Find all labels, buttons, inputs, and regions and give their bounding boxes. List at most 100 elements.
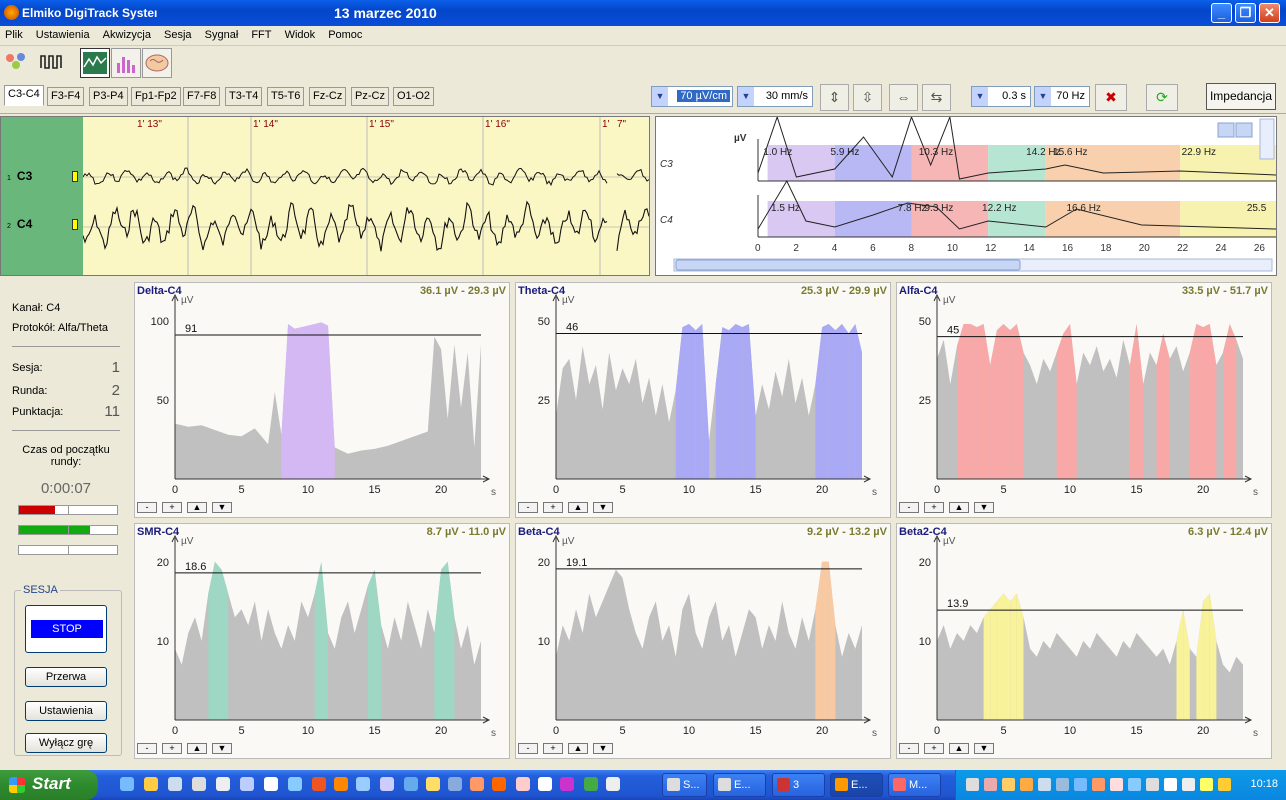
scale-down-button[interactable]: ▼: [212, 502, 232, 513]
menu-fft[interactable]: FFT: [246, 26, 276, 44]
scale-up-button[interactable]: ▲: [568, 502, 588, 513]
menu-pomoc[interactable]: Pomoc: [323, 26, 367, 44]
menu-plik[interactable]: Plik: [0, 26, 28, 44]
start-button[interactable]: Start: [0, 770, 98, 800]
app-icon[interactable]: [334, 777, 348, 791]
app-icon[interactable]: [560, 777, 574, 791]
scale-up-button[interactable]: ▲: [949, 743, 969, 754]
taskbar-button-e[interactable]: E...: [713, 773, 766, 797]
settings-button[interactable]: Ustawienia: [25, 701, 107, 721]
tray-icon[interactable]: [1110, 778, 1123, 791]
electrode-off-icon[interactable]: ✖: [1095, 84, 1127, 111]
spectrum-view-icon[interactable]: [111, 48, 141, 78]
zoom-out-button[interactable]: -: [137, 502, 157, 513]
taskbar-button-m[interactable]: M...: [888, 773, 941, 797]
tab-t5-t6[interactable]: T5-T6: [267, 87, 305, 106]
tray-icon[interactable]: [1002, 778, 1015, 791]
doc-icon[interactable]: [240, 777, 254, 791]
refresh-icon[interactable]: ⟳: [1146, 84, 1178, 111]
stop-game-button[interactable]: Wyłącz grę: [25, 733, 107, 753]
tab-c3-c4[interactable]: C3-C4: [4, 85, 44, 106]
app-icon[interactable]: [538, 777, 552, 791]
zoom-out-button[interactable]: -: [518, 743, 538, 754]
tab-f3-f4[interactable]: F3-F4: [47, 87, 85, 106]
menu-sygnal[interactable]: Sygnał: [200, 26, 244, 44]
tray-icon[interactable]: [1074, 778, 1087, 791]
tray-icon[interactable]: [1146, 778, 1159, 791]
page-icon[interactable]: [264, 777, 278, 791]
amplitude-down-icon[interactable]: ⇳: [853, 84, 882, 111]
menu-akwizycja[interactable]: Akwizycja: [98, 26, 156, 44]
tray-icon[interactable]: [1038, 778, 1051, 791]
tab-fz-cz[interactable]: Fz-Cz: [309, 87, 347, 106]
stop-button[interactable]: STOP: [25, 605, 107, 653]
close-button[interactable]: ✕: [1259, 3, 1280, 23]
filter-select[interactable]: ▼ 70 Hz: [1034, 86, 1090, 107]
zoom-in-button[interactable]: +: [162, 743, 182, 754]
tray-icon[interactable]: [1128, 778, 1141, 791]
sensitivity-select[interactable]: ▼ 70 µV/cm: [651, 86, 733, 107]
scale-down-button[interactable]: ▼: [593, 743, 613, 754]
app-icon[interactable]: [426, 777, 440, 791]
signal-icon[interactable]: [38, 48, 68, 78]
tray-icon[interactable]: [984, 778, 997, 791]
messenger-icon[interactable]: [144, 777, 158, 791]
app-icon[interactable]: [470, 777, 484, 791]
zoom-out-button[interactable]: -: [137, 743, 157, 754]
pause-button[interactable]: Przerwa: [25, 667, 107, 687]
amplitude-up-icon[interactable]: ⇕: [820, 84, 849, 111]
tray-icon[interactable]: [1182, 778, 1195, 791]
app-icon[interactable]: [356, 777, 370, 791]
app-icon[interactable]: [584, 777, 598, 791]
app-icon[interactable]: [404, 777, 418, 791]
zoom-out-button[interactable]: -: [518, 502, 538, 513]
tab-o1-o2[interactable]: O1-O2: [393, 87, 435, 106]
taskbar-button-digitrack[interactable]: E...: [830, 773, 883, 797]
time-expand-icon[interactable]: ⇔: [889, 84, 918, 111]
zoom-in-button[interactable]: +: [162, 502, 182, 513]
app-icon[interactable]: [516, 777, 530, 791]
zoom-in-button[interactable]: +: [924, 502, 944, 513]
users-icon[interactable]: [2, 48, 32, 78]
ie-icon[interactable]: [120, 777, 134, 791]
time-constant-select[interactable]: ▼ 0.3 s: [971, 86, 1031, 107]
app-icon[interactable]: [606, 777, 620, 791]
notepad-icon[interactable]: [216, 777, 230, 791]
scale-down-button[interactable]: ▼: [974, 743, 994, 754]
desktop-icon[interactable]: [168, 777, 182, 791]
brain-map-icon[interactable]: [142, 48, 172, 78]
scale-up-button[interactable]: ▲: [187, 502, 207, 513]
impedance-button[interactable]: Impedancja: [1206, 83, 1276, 110]
scale-up-button[interactable]: ▲: [568, 743, 588, 754]
zoom-out-button[interactable]: -: [899, 743, 919, 754]
scale-up-button[interactable]: ▲: [949, 502, 969, 513]
app-icon[interactable]: [448, 777, 462, 791]
tab-p3-p4[interactable]: P3-P4: [89, 87, 128, 106]
app-icon[interactable]: [380, 777, 394, 791]
time-compress-icon[interactable]: ⇆: [922, 84, 951, 111]
tray-icon[interactable]: [1056, 778, 1069, 791]
tab-f7-f8[interactable]: F7-F8: [183, 87, 221, 106]
zoom-in-button[interactable]: +: [543, 502, 563, 513]
tray-icon[interactable]: [1218, 778, 1231, 791]
media-icon[interactable]: [312, 777, 326, 791]
tray-icon[interactable]: [1164, 778, 1177, 791]
tray-icon[interactable]: [1200, 778, 1213, 791]
tray-icon[interactable]: [1020, 778, 1033, 791]
scale-down-button[interactable]: ▼: [212, 743, 232, 754]
scale-down-button[interactable]: ▼: [593, 502, 613, 513]
maximize-button[interactable]: ❐: [1235, 3, 1256, 23]
taskbar-button-group[interactable]: 3: [772, 773, 825, 797]
zoom-in-button[interactable]: +: [543, 743, 563, 754]
zoom-in-button[interactable]: +: [924, 743, 944, 754]
menu-ustawienia[interactable]: Ustawienia: [31, 26, 95, 44]
tab-pz-cz[interactable]: Pz-Cz: [351, 87, 389, 106]
scale-up-button[interactable]: ▲: [187, 743, 207, 754]
eeg-view-icon[interactable]: [80, 48, 110, 78]
tab-fp1-fp2[interactable]: Fp1-Fp2: [131, 87, 181, 106]
tray-icon[interactable]: [966, 778, 979, 791]
menu-sesja[interactable]: Sesja: [159, 26, 197, 44]
zoom-out-button[interactable]: -: [899, 502, 919, 513]
book-icon[interactable]: [288, 777, 302, 791]
tab-t3-t4[interactable]: T3-T4: [225, 87, 263, 106]
